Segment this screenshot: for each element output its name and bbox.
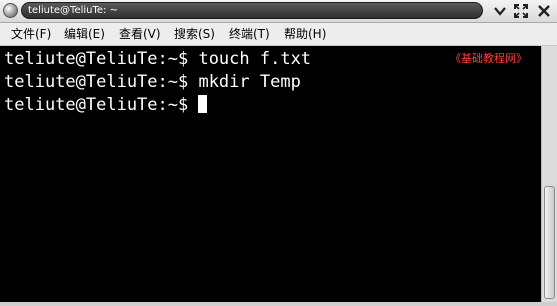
vertical-scrollbar[interactable]: [541, 46, 557, 302]
title-bar[interactable]: teliute@TeliuTe: ~: [0, 0, 557, 23]
maximize-button[interactable]: [512, 2, 530, 20]
window-title: teliute@TeliuTe: ~: [21, 2, 483, 19]
terminal-output[interactable]: teliute@TeliuTe:~$ touch f.txt teliute@T…: [0, 46, 541, 302]
close-button[interactable]: [535, 2, 553, 20]
terminal-line: teliute@TeliuTe:~$ mkdir Temp: [4, 72, 301, 92]
menu-file[interactable]: 文件(F): [11, 23, 51, 45]
scrollbar-thumb[interactable]: [544, 186, 555, 299]
window-menu-icon[interactable]: [3, 3, 18, 18]
close-icon: [538, 5, 550, 17]
menu-terminal[interactable]: 终端(T): [229, 23, 270, 45]
menu-bar: 文件(F) 编辑(E) 查看(V) 搜索(S) 终端(T) 帮助(H): [0, 23, 557, 46]
menu-view[interactable]: 查看(V): [119, 23, 161, 45]
menu-help[interactable]: 帮助(H): [284, 23, 326, 45]
menu-search[interactable]: 搜索(S): [174, 23, 215, 45]
minimize-button[interactable]: [491, 2, 509, 20]
text-cursor: [198, 95, 208, 113]
watermark: 《基础教程网》: [450, 52, 527, 65]
menu-edit[interactable]: 编辑(E): [64, 23, 105, 45]
window-bottom-border: [0, 302, 557, 306]
terminal-prompt: teliute@TeliuTe:~$: [4, 95, 199, 115]
chevron-down-icon: [494, 7, 506, 16]
terminal-prompt-line: teliute@TeliuTe:~$: [4, 94, 208, 117]
maximize-icon: [514, 4, 528, 18]
terminal-line: teliute@TeliuTe:~$ touch f.txt: [4, 49, 312, 69]
terminal-window: teliute@TeliuTe: ~ 文件(F) 编辑(E) 查看(V) 搜索(…: [0, 0, 557, 306]
